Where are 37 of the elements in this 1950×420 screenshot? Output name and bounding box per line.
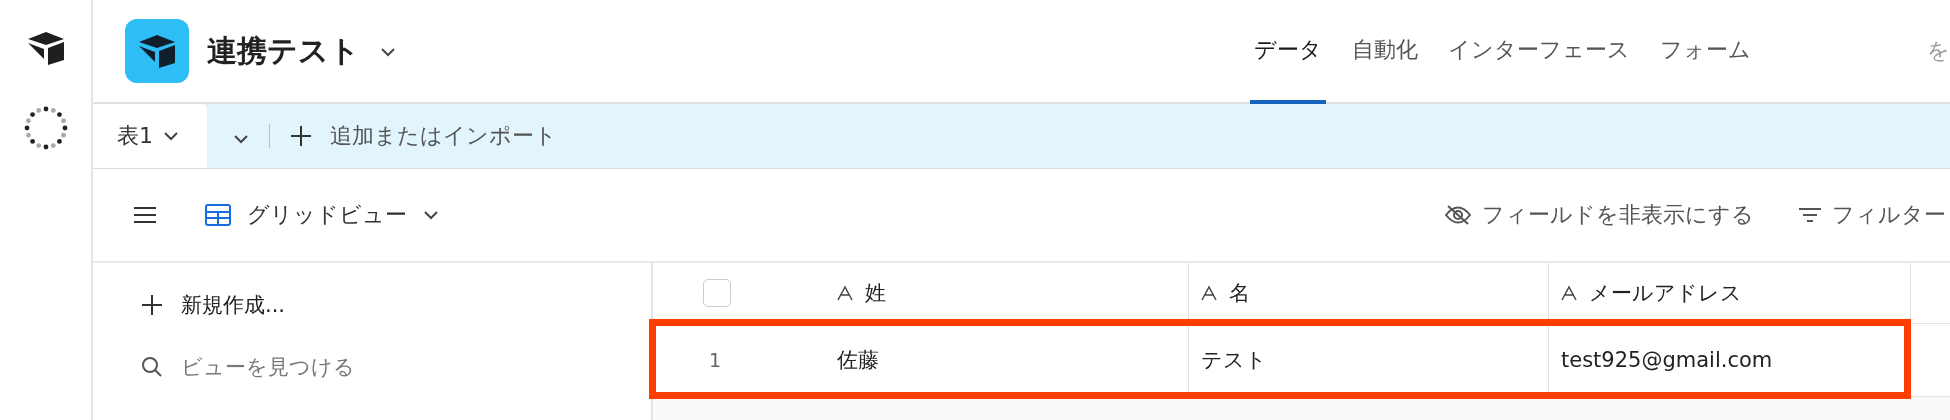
base-title[interactable]: 連携テスト	[207, 30, 360, 72]
table-cell[interactable]: 佐藤	[817, 324, 1189, 396]
nav-tab[interactable]: 自動化	[1348, 0, 1422, 104]
chevron-down-icon	[163, 131, 179, 141]
text-field-icon	[1201, 285, 1217, 301]
text-field-icon	[837, 285, 853, 301]
column-header[interactable]: 名	[1189, 263, 1549, 323]
eye-off-icon	[1444, 204, 1472, 226]
chevron-down-icon	[380, 46, 396, 57]
row-number: 1	[709, 349, 723, 371]
plus-icon	[141, 294, 163, 316]
cube-icon	[137, 33, 177, 69]
column-header[interactable]: 姓	[817, 263, 1189, 323]
nav-tab[interactable]: フォーム	[1656, 0, 1755, 104]
base-logo[interactable]	[125, 19, 189, 83]
chevron-down-icon	[423, 210, 439, 220]
add-or-import-button[interactable]: 追加またはインポート	[282, 104, 557, 168]
search-icon	[141, 356, 163, 378]
find-view-field[interactable]: ビューを見つける	[141, 353, 651, 381]
plus-icon	[290, 125, 312, 147]
create-view-button[interactable]: 新規作成...	[141, 291, 651, 319]
grid-icon	[205, 204, 231, 226]
chevron-down-icon	[233, 133, 249, 144]
select-all-checkbox[interactable]	[703, 279, 731, 307]
loading-spinner-icon	[23, 106, 68, 150]
column-header[interactable]: メールアドレス	[1549, 263, 1911, 323]
nav-tab[interactable]: インターフェース	[1444, 0, 1634, 104]
header-text: を	[1927, 37, 1950, 65]
text-field-icon	[1561, 285, 1577, 301]
hide-fields-button[interactable]: フィールドを非表示にする	[1444, 200, 1754, 230]
menu-icon[interactable]	[133, 206, 157, 224]
table-tab[interactable]: 表1	[93, 104, 207, 168]
view-switcher[interactable]: グリッドビュー	[205, 200, 439, 230]
table-cell[interactable]: テスト	[1189, 324, 1549, 396]
filter-button[interactable]: フィルター	[1798, 200, 1946, 230]
table-cell[interactable]: test925@gmail.com	[1549, 324, 1911, 396]
filter-icon	[1798, 207, 1822, 223]
